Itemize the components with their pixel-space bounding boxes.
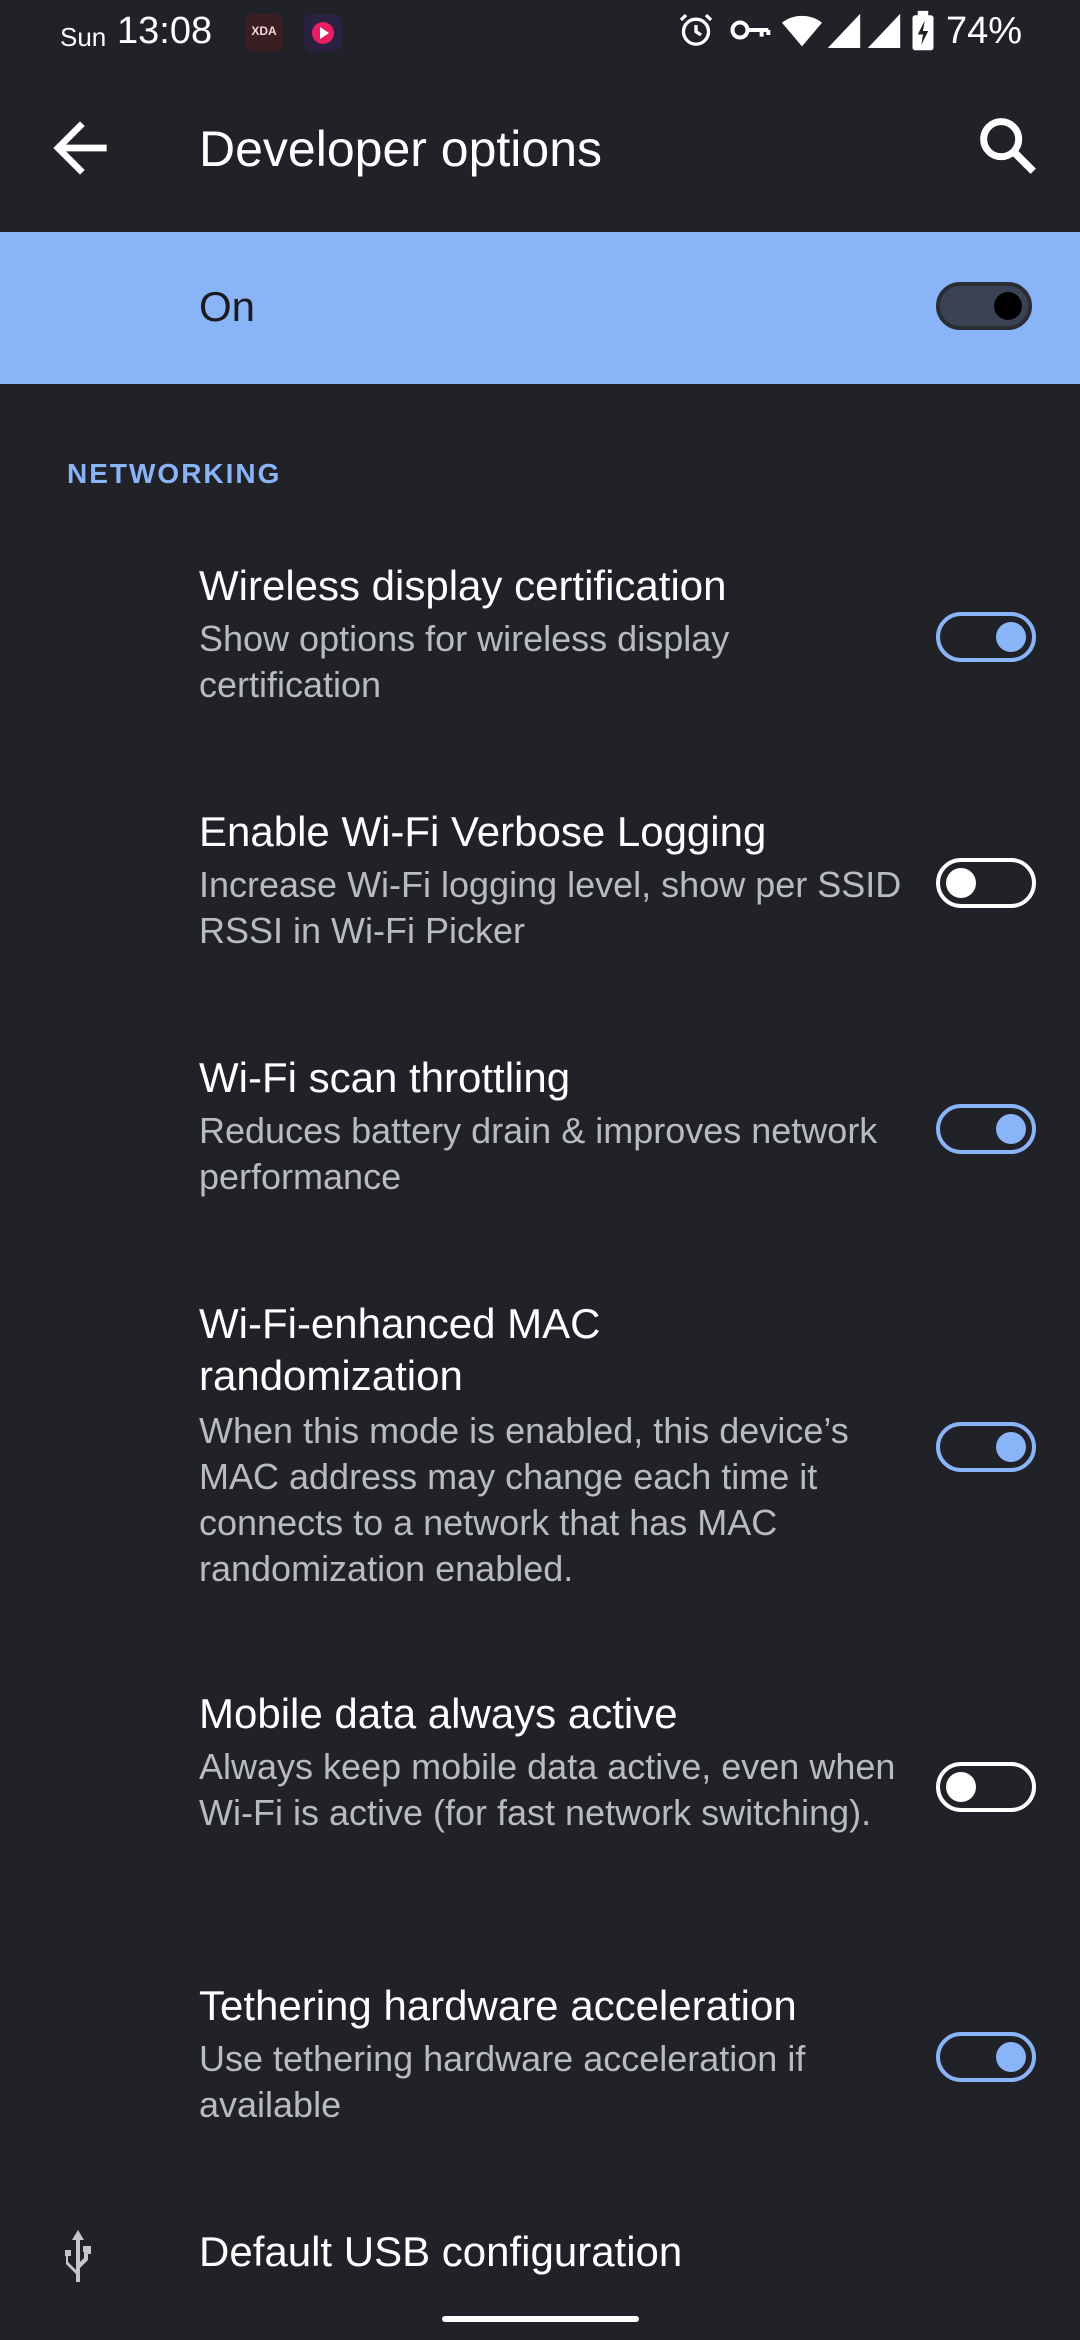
pref-toggle[interactable] xyxy=(936,1104,1036,1154)
master-switch-toggle[interactable] xyxy=(936,282,1032,330)
signal-icon xyxy=(827,13,861,49)
pref-title: Wi-Fi scan throttling xyxy=(199,1054,571,1101)
pref-toggle[interactable] xyxy=(936,2032,1036,2082)
switch-thumb xyxy=(946,1772,976,1802)
pref-summary: Reduces battery drain & improves network… xyxy=(199,1110,878,1197)
pref-toggle[interactable] xyxy=(936,1762,1036,1812)
xda-app-icon: XDA xyxy=(245,14,283,52)
battery-percent: 74% xyxy=(946,10,1023,52)
pref-mobile-data-always-active[interactable]: Mobile data always active Always keep mo… xyxy=(0,1688,1080,1888)
vpn-key-icon xyxy=(730,20,771,40)
pref-toggle[interactable] xyxy=(936,858,1036,908)
pref-summary: When this mode is enabled, this device’s… xyxy=(199,1410,849,1589)
signal-icon xyxy=(867,13,901,49)
youtube-app-icon xyxy=(304,14,342,52)
back-button[interactable] xyxy=(40,108,120,188)
pref-wifi-scan-throttling[interactable]: Wi-Fi scan throttling Reduces battery dr… xyxy=(0,1052,1080,1212)
pref-title: Mobile data always active xyxy=(199,1690,678,1737)
pref-title: Enable Wi-Fi Verbose Logging xyxy=(199,808,767,855)
alarm-icon xyxy=(679,13,713,46)
battery-charging-icon xyxy=(912,10,934,51)
pref-title: Wireless display certification xyxy=(199,562,727,609)
wifi-icon xyxy=(782,15,822,47)
pref-wifi-verbose-logging[interactable]: Enable Wi-Fi Verbose Logging Increase Wi… xyxy=(0,806,1080,966)
arrow-back-icon xyxy=(53,121,107,175)
status-day: Sun xyxy=(60,22,107,52)
section-header-networking: NETWORKING xyxy=(67,458,282,489)
gesture-navigation-handle[interactable] xyxy=(442,2316,639,2322)
pref-toggle[interactable] xyxy=(936,1422,1036,1472)
master-switch-label: On xyxy=(199,283,256,330)
search-icon xyxy=(980,118,1036,174)
pref-title: Wi-Fi-enhanced MAC randomization xyxy=(199,1300,601,1399)
switch-thumb xyxy=(946,868,976,898)
app-bar: Developer options xyxy=(0,70,1080,230)
switch-thumb xyxy=(996,1114,1026,1144)
switch-thumb xyxy=(996,2042,1026,2072)
status-bar: Sun 13:08 XDA 74% xyxy=(0,0,1080,70)
pref-tethering-hardware-acceleration[interactable]: Tethering hardware acceleration Use teth… xyxy=(0,1980,1080,2140)
page-title: Developer options xyxy=(199,121,603,177)
pref-wireless-display-certification[interactable]: Wireless display certification Show opti… xyxy=(0,560,1080,720)
pref-summary: Use tethering hardware acceleration if a… xyxy=(199,2038,806,2125)
pref-title: Tethering hardware acceleration xyxy=(199,1982,797,2029)
pref-summary: Show options for wireless display certif… xyxy=(199,618,730,705)
developer-options-master-switch-bar[interactable]: On xyxy=(0,232,1080,384)
search-button[interactable] xyxy=(972,110,1052,190)
pref-default-usb-configuration[interactable]: Default USB configuration xyxy=(199,2228,682,2276)
xda-app-label: XDA xyxy=(251,24,277,38)
switch-thumb xyxy=(996,622,1026,652)
pref-summary: Always keep mobile data active, even whe… xyxy=(199,1746,896,1833)
pref-toggle[interactable] xyxy=(936,612,1036,662)
switch-thumb xyxy=(996,1432,1026,1462)
switch-thumb xyxy=(994,292,1022,320)
status-time: 13:08 xyxy=(117,10,213,52)
pref-summary: Increase Wi-Fi logging level, show per S… xyxy=(199,864,902,951)
pref-wifi-enhanced-mac-randomization[interactable]: Wi-Fi-enhanced MAC randomization When th… xyxy=(0,1298,1080,1608)
usb-icon xyxy=(65,2230,91,2282)
